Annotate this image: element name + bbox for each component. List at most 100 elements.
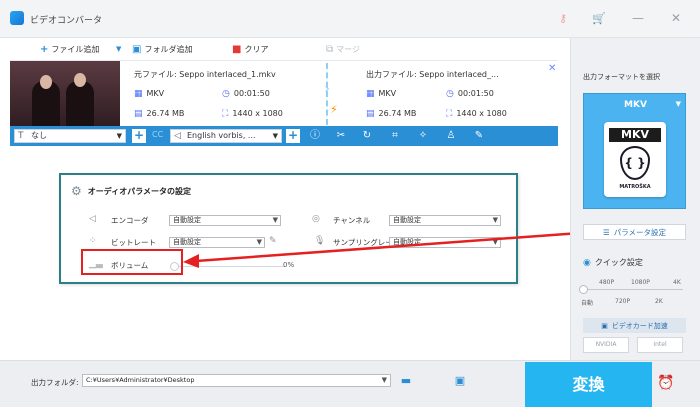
output-folder-label: 出力フォルダ: — [31, 378, 79, 387]
crop-icon[interactable]: ⌗ — [388, 129, 402, 143]
merge-button[interactable]: ⧉ マージ — [326, 42, 360, 56]
chevron-right-icon: › — [324, 81, 330, 97]
add-file-label: ファイル追加 — [51, 44, 100, 54]
key-icon[interactable]: ⚷ — [556, 12, 570, 26]
remove-file-icon[interactable]: ✕ — [548, 63, 556, 74]
close-window-button[interactable]: ✕ — [668, 10, 684, 26]
audio-track-select[interactable]: ◁ English vorbis, ... ▼ — [170, 129, 282, 143]
output-format-selector[interactable]: MKV ▼ MKV { } MATROŠKA — [583, 93, 686, 209]
add-folder-label: フォルダ追加 — [144, 44, 193, 54]
window-title: ビデオコンバータ — [30, 16, 103, 26]
clock-icon: ◷ — [222, 89, 230, 99]
channel-icon: ◎ — [312, 214, 320, 224]
add-audio-button[interactable]: + — [286, 129, 300, 143]
file-item[interactable]: 元ファイル: Seppo interlaced_1.mkv ▦ MKV ◷ 00:0… — [10, 60, 558, 127]
add-subtitle-button[interactable]: + — [132, 129, 146, 143]
preview-folder-icon[interactable]: ▣ — [453, 374, 467, 388]
volume-value: 0% — [283, 261, 295, 269]
caret-down-icon: ▼ — [116, 45, 122, 53]
encoder-icon: ◁ — [89, 214, 96, 224]
right-panel: 出力フォーマットを選択 MKV ▼ MKV { } MATROŠKA ☰ パラメ… — [570, 38, 700, 360]
sampling-rate-select[interactable]: 自動設定 ▼ — [389, 237, 501, 248]
output-resolution: ⛶ 1440 x 1080 — [446, 109, 507, 119]
intel-toggle[interactable]: Intel — [637, 337, 683, 353]
bitrate-select[interactable]: 自動設定 ▼ — [169, 237, 265, 248]
encoder-select[interactable]: 自動設定 ▼ — [169, 215, 281, 226]
clear-button[interactable]: ■ クリア — [232, 42, 268, 56]
sliders-icon: ☰ — [602, 227, 610, 237]
quality-720p[interactable]: 720P — [615, 298, 630, 305]
quality-slider-handle[interactable] — [579, 285, 588, 294]
quality-slider-track[interactable] — [583, 289, 683, 290]
volume-slider-track[interactable] — [173, 266, 285, 267]
subtitle-select[interactable]: T なし ▼ — [14, 129, 126, 143]
quick-settings: ◉ クイック設定 — [583, 257, 643, 268]
parameter-settings-button[interactable]: ☰ パラメータ設定 — [583, 224, 686, 240]
add-file-button[interactable]: + ファイル追加 — [40, 42, 99, 56]
mkv-format-icon: MKV { } MATROŠKA — [604, 122, 666, 197]
app-logo-icon — [10, 11, 24, 25]
source-size: ▤ 26.74 MB — [134, 109, 185, 119]
alarm-clock-icon[interactable]: ⏰ — [656, 373, 676, 393]
bottom-bar: 出力フォルダ: C:¥Users¥Administrator¥Desktop ▼… — [0, 360, 700, 407]
open-folder-icon[interactable]: ▬ — [399, 374, 413, 388]
microphone-icon: 🎙 — [314, 236, 326, 246]
caret-down-icon: ▼ — [116, 132, 122, 140]
caret-down-icon: ▼ — [272, 132, 278, 140]
audio-track-value: English vorbis, ... — [187, 131, 256, 140]
nvidia-toggle[interactable]: NVIDIA — [583, 337, 629, 353]
add-file-dropdown[interactable]: ▼ — [116, 42, 121, 56]
plus-icon: + — [40, 43, 49, 55]
caret-down-icon: ▼ — [492, 238, 498, 246]
channel-label: チャンネル — [333, 216, 371, 225]
film-icon: ▦ — [366, 89, 375, 99]
edit-bar: T なし ▼ + CC ◁ English vorbis, ... ▼ + ⓘ … — [10, 126, 558, 146]
lightning-icon: ⚡ — [330, 103, 338, 116]
cc-icon[interactable]: CC — [152, 130, 163, 139]
output-folder-select[interactable]: C:¥Users¥Administrator¥Desktop ▼ — [82, 374, 391, 387]
encoder-label: エンコーダ — [111, 216, 149, 225]
merge-icon: ⧉ — [326, 43, 334, 55]
caret-down-icon: ▼ — [256, 238, 262, 246]
info-icon[interactable]: ⓘ — [308, 129, 322, 143]
trash-icon: ■ — [232, 43, 242, 55]
add-folder-button[interactable]: ▣ フォルダ追加 — [132, 42, 192, 56]
quick-settings-icon: ◉ — [583, 257, 591, 268]
edit-pen-icon[interactable]: ✎ — [269, 236, 277, 246]
gpu-acceleration-label: ▣ ビデオカード加速 — [583, 318, 686, 333]
caret-down-icon: ▼ — [492, 216, 498, 224]
quality-auto[interactable]: 自動 — [581, 298, 593, 307]
quality-2k[interactable]: 2K — [655, 298, 663, 305]
minimize-button[interactable]: — — [630, 10, 646, 26]
rotate-icon[interactable]: ↻ — [360, 129, 374, 143]
source-duration: ◷ 00:01:50 — [222, 89, 270, 99]
format-name: MKV — [624, 100, 647, 110]
output-size: ▤ 26.74 MB — [366, 109, 417, 119]
source-file-name: 元ファイル: Seppo interlaced_1.mkv — [134, 70, 276, 79]
resolution-icon: ⛶ — [446, 109, 453, 119]
bitrate-icon: ⁘ — [89, 236, 97, 246]
caret-down-icon: ▼ — [381, 376, 387, 384]
channel-select[interactable]: 自動設定 ▼ — [389, 215, 501, 226]
watermark-icon[interactable]: ♙ — [444, 129, 458, 143]
scissors-icon[interactable]: ✂ — [334, 129, 348, 143]
quality-4k[interactable]: 4K — [673, 279, 681, 286]
source-resolution: ⛶ 1440 x 1080 — [222, 109, 283, 119]
video-thumbnail[interactable] — [10, 61, 120, 127]
output-duration: ◷ 00:01:50 — [446, 89, 494, 99]
cart-icon[interactable]: 🛒 — [592, 12, 606, 26]
output-format: ▦ MKV — [366, 89, 397, 99]
caret-down-icon: ▼ — [272, 216, 278, 224]
convert-button[interactable]: 変換 — [525, 362, 652, 407]
clear-label: クリア — [244, 44, 269, 54]
speaker-icon: ◁ — [174, 131, 181, 141]
title-bar: ビデオコンバータ ⚷ 🛒 — ✕ — [0, 0, 700, 38]
quality-1080p[interactable]: 1080P — [631, 279, 650, 286]
size-icon: ▤ — [366, 109, 375, 119]
output-file-name[interactable]: 出力ファイル: Seppo interlaced_... — [366, 69, 499, 80]
edit-pen-icon[interactable]: ✎ — [472, 129, 486, 143]
quality-480p[interactable]: 480P — [599, 279, 614, 286]
caret-down-icon: ▼ — [675, 100, 681, 108]
volume-highlight-box — [81, 249, 183, 275]
effects-icon[interactable]: ✧ — [416, 129, 430, 143]
